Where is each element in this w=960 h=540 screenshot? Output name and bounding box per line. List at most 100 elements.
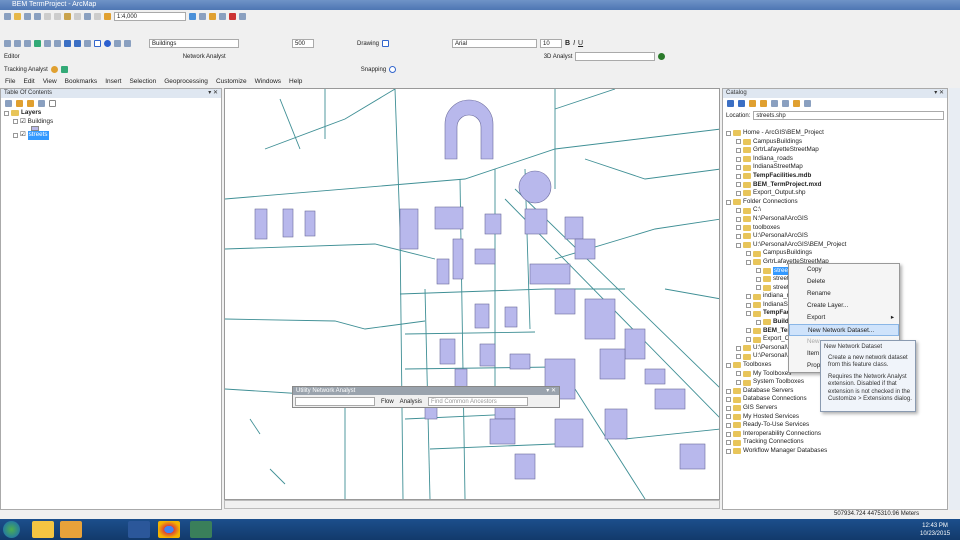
3d-analyst-menu[interactable]: 3D Analyst xyxy=(544,54,573,60)
context-menu-item[interactable]: Copy xyxy=(789,264,899,276)
menu-insert[interactable]: Insert xyxy=(105,77,121,87)
layer-streets[interactable]: ☑ streets xyxy=(1,131,221,140)
pan-icon[interactable] xyxy=(24,40,31,47)
task-combo[interactable]: Find Common Ancestors xyxy=(428,397,529,406)
catalog-tree-item[interactable]: N:\Personal\ArcGIS xyxy=(723,215,947,224)
catalog-tree-item[interactable]: Indiana_roads xyxy=(723,155,947,164)
context-menu-item[interactable]: Export ▸ xyxy=(789,312,899,324)
catalog-tree-item[interactable]: BEM_TermProject.mxd xyxy=(723,181,947,190)
expand-toggle[interactable] xyxy=(746,337,751,343)
catalog-tree-item[interactable]: Home - ArcGIS\BEM_Project xyxy=(723,129,947,138)
close-icon[interactable]: ▾ ✕ xyxy=(208,89,218,98)
redo-icon[interactable] xyxy=(94,13,101,20)
playback-icon[interactable] xyxy=(60,66,68,73)
expand-toggle[interactable] xyxy=(736,345,741,351)
font-size-combo[interactable]: 10 xyxy=(540,39,563,48)
expand-toggle[interactable] xyxy=(756,319,761,325)
word-icon[interactable] xyxy=(128,521,150,538)
expand-toggle[interactable] xyxy=(726,448,731,454)
expand-toggle[interactable] xyxy=(726,130,731,136)
cut-icon[interactable] xyxy=(44,13,51,20)
new-icon[interactable] xyxy=(4,13,11,20)
expand-toggle[interactable] xyxy=(736,182,741,188)
underline-button[interactable]: U xyxy=(578,40,583,47)
up-one-level-icon[interactable] xyxy=(749,100,756,107)
options-icon[interactable] xyxy=(49,100,56,107)
menu-selection[interactable]: Selection xyxy=(129,77,156,87)
close-icon[interactable]: ▾ ✕ xyxy=(546,387,559,395)
catalog-tree-item[interactable]: U:\Personal\ArcGIS xyxy=(723,232,947,241)
analysis-menu[interactable]: Analysis xyxy=(400,399,422,405)
print-icon[interactable] xyxy=(34,13,41,20)
catalog-tree-item[interactable]: CampusBuildings xyxy=(723,249,947,258)
find-icon[interactable] xyxy=(114,40,121,47)
catalog-tree-item[interactable]: TempFacilities.mdb xyxy=(723,172,947,181)
catalog-tree-item[interactable]: IndianaStreetMap xyxy=(723,163,947,172)
forward-icon[interactable] xyxy=(74,40,81,47)
expand-toggle[interactable] xyxy=(726,422,731,428)
menu-view[interactable]: View xyxy=(43,77,57,87)
context-menu-item[interactable]: Create Layer... xyxy=(789,300,899,312)
catalog-tree-item[interactable]: Tracking Connections xyxy=(723,438,947,447)
arctoolbox-icon[interactable] xyxy=(229,13,236,20)
flow-menu[interactable]: Flow xyxy=(381,399,394,405)
fixed-zoom-out-icon[interactable] xyxy=(54,40,61,47)
arcmap-icon[interactable] xyxy=(190,521,212,538)
expand-toggle[interactable] xyxy=(736,156,741,162)
catalog-icon[interactable] xyxy=(209,13,216,20)
list-by-source-icon[interactable] xyxy=(16,100,23,107)
expand-toggle[interactable] xyxy=(736,216,741,222)
catalog-tree-item[interactable]: GrtrLafayetteStreetMap xyxy=(723,146,947,155)
media-icon[interactable] xyxy=(60,521,82,538)
add-temporal-data-icon[interactable] xyxy=(50,66,58,73)
views-icon[interactable] xyxy=(782,100,789,107)
point-snapping-icon[interactable] xyxy=(389,66,397,73)
layer-buildings[interactable]: ☑ Buildings xyxy=(1,118,221,127)
expand-toggle[interactable] xyxy=(726,414,731,420)
editor-menu[interactable]: Editor xyxy=(4,54,20,60)
tracking-analyst-menu[interactable]: Tracking Analyst xyxy=(4,67,48,73)
font-combo[interactable]: Arial xyxy=(452,39,538,48)
toggle-contents-icon[interactable] xyxy=(804,100,811,107)
close-icon[interactable]: ▾ ✕ xyxy=(934,89,944,98)
catalog-tree-item[interactable]: U:\Personal\ArcGIS\BEM_Project xyxy=(723,241,947,250)
identify-icon[interactable] xyxy=(104,40,111,47)
expand-toggle[interactable] xyxy=(746,251,751,257)
measure-icon[interactable] xyxy=(124,40,131,47)
context-menu-item[interactable]: Rename xyxy=(789,288,899,300)
connect-folder-icon[interactable] xyxy=(771,100,778,107)
menu-help[interactable]: Help xyxy=(289,77,302,87)
expand-toggle[interactable] xyxy=(746,311,751,317)
expand-toggle[interactable] xyxy=(736,147,741,153)
menu-edit[interactable]: Edit xyxy=(23,77,34,87)
expand-toggle[interactable] xyxy=(736,190,741,196)
expand-toggle[interactable] xyxy=(756,268,761,274)
undo-icon[interactable] xyxy=(84,13,91,20)
drawing-menu[interactable]: Drawing xyxy=(357,41,379,47)
expand-toggle[interactable] xyxy=(746,302,751,308)
list-by-selection-icon[interactable] xyxy=(38,100,45,107)
bold-button[interactable]: B xyxy=(565,40,570,47)
toc-icon[interactable] xyxy=(199,13,206,20)
add-data-icon[interactable] xyxy=(104,13,111,20)
fixed-zoom-in-icon[interactable] xyxy=(44,40,51,47)
expand-toggle[interactable] xyxy=(726,431,731,437)
menu-file[interactable]: File xyxy=(5,77,15,87)
save-icon[interactable] xyxy=(24,13,31,20)
catalog-tree-item[interactable]: Ready-To-Use Services xyxy=(723,421,947,430)
italic-button[interactable]: I xyxy=(573,40,575,47)
zoom-out-icon[interactable] xyxy=(14,40,21,47)
expand-toggle[interactable] xyxy=(726,388,731,394)
catalog-tree-item[interactable]: Workflow Manager Databases xyxy=(723,447,947,456)
back-icon[interactable] xyxy=(727,100,734,107)
expand-toggle[interactable] xyxy=(736,139,741,145)
select-arrow-icon[interactable] xyxy=(382,40,390,47)
catalog-tree-item[interactable]: Export_Output.shp xyxy=(723,189,947,198)
back-icon[interactable] xyxy=(64,40,71,47)
select-elements-icon[interactable] xyxy=(94,40,101,47)
catalog-tree-item[interactable]: C:\ xyxy=(723,206,947,215)
catalog-tree-item[interactable]: Folder Connections xyxy=(723,198,947,207)
visibility-checkbox[interactable]: ☑ xyxy=(20,131,26,140)
list-by-visibility-icon[interactable] xyxy=(27,100,34,107)
context-menu-item[interactable]: Delete xyxy=(789,276,899,288)
